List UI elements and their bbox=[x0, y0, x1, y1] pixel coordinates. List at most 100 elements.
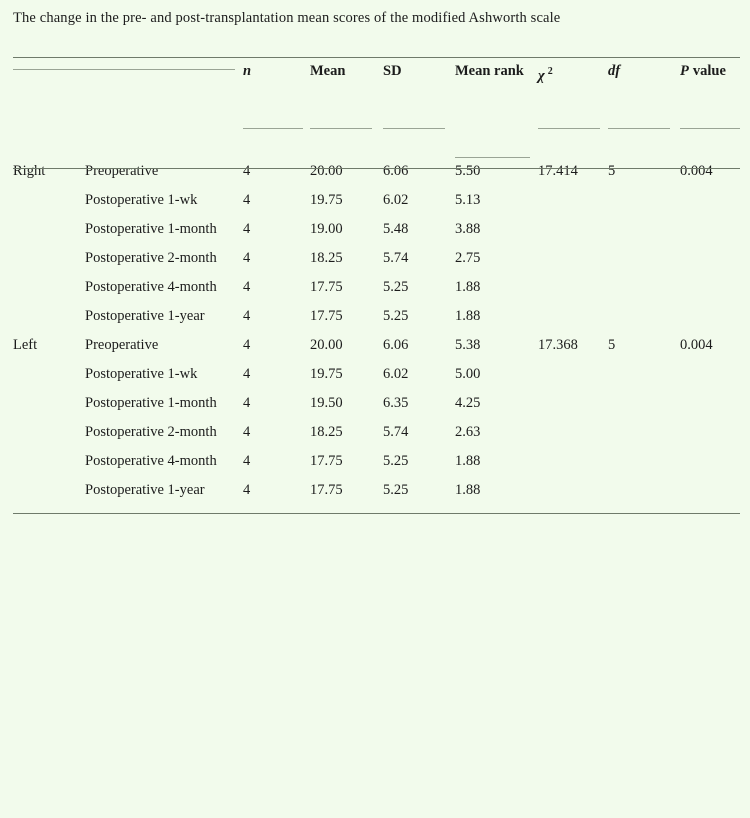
cell-sd: 5.25 bbox=[383, 453, 409, 469]
cell-mean: 19.75 bbox=[310, 192, 343, 208]
cell-chi-square bbox=[538, 476, 608, 505]
column-header-sd-label: SD bbox=[383, 63, 402, 79]
cell-n: 4 bbox=[243, 250, 251, 266]
cell-chi-square: 17.414 bbox=[538, 163, 578, 179]
cell-chi-square bbox=[538, 447, 608, 476]
column-header-sd: SD bbox=[383, 57, 455, 157]
column-header-chi-square: χ2 bbox=[538, 57, 608, 157]
timepoint-label: Postoperative 1-month bbox=[85, 221, 217, 237]
table-header: n Mean SD Mean rank χ2 df P value bbox=[13, 57, 740, 157]
cell-chi-square: 17.368 bbox=[538, 337, 578, 353]
cell-p-value bbox=[680, 360, 740, 389]
cell-chi-square bbox=[538, 186, 608, 215]
column-header-mean-rank-label: Mean rank bbox=[455, 63, 524, 79]
cell-group bbox=[13, 360, 85, 389]
table-row: Postoperative 1-wk 4 19.75 6.02 5.13 bbox=[13, 186, 740, 215]
cell-group bbox=[13, 418, 85, 447]
table-caption: The change in the pre- and post-transpla… bbox=[13, 10, 561, 26]
cell-chi-square bbox=[538, 215, 608, 244]
cell-group: Right bbox=[13, 163, 46, 179]
cell-mean: 20.00 bbox=[310, 163, 343, 179]
column-header-timepoint bbox=[85, 57, 243, 157]
column-header-group bbox=[13, 57, 85, 157]
timepoint-label: Postoperative 2-month bbox=[85, 250, 217, 266]
chi-square-exponent: 2 bbox=[547, 66, 553, 77]
cell-mean: 17.75 bbox=[310, 482, 343, 498]
table-header-bottom-rule bbox=[13, 168, 740, 169]
cell-p-value bbox=[680, 302, 740, 331]
cell-chi-square bbox=[538, 360, 608, 389]
cell-mean-rank: 3.88 bbox=[455, 221, 481, 237]
header-rule-df bbox=[608, 128, 670, 129]
header-rule-mean bbox=[310, 128, 372, 129]
cell-timepoint: Postoperative 1-year bbox=[85, 302, 243, 331]
table-page: The change in the pre- and post-transpla… bbox=[0, 0, 750, 818]
cell-sd: 6.02 bbox=[383, 366, 409, 382]
cell-group bbox=[13, 186, 85, 215]
cell-sd: 5.74 bbox=[383, 424, 409, 440]
cell-mean-rank: 5.38 bbox=[455, 337, 481, 353]
cell-sd: 6.06 bbox=[383, 163, 409, 179]
header-rule-chi-square bbox=[538, 128, 600, 129]
timepoint-label: Postoperative 2-month bbox=[85, 424, 217, 440]
cell-sd: 6.02 bbox=[383, 192, 409, 208]
cell-mean: 19.50 bbox=[310, 395, 343, 411]
column-header-n: n bbox=[243, 57, 310, 157]
timepoint-label: Postoperative 1-month bbox=[85, 395, 217, 411]
cell-timepoint: Postoperative 4-month bbox=[85, 447, 243, 476]
cell-timepoint: Postoperative 1-year bbox=[85, 476, 243, 505]
timepoint-label: Postoperative 1-wk bbox=[85, 366, 198, 382]
cell-timepoint: Postoperative 1-month bbox=[85, 215, 243, 244]
cell-mean: 17.75 bbox=[310, 279, 343, 295]
cell-n: 4 bbox=[243, 163, 251, 179]
cell-chi-square bbox=[538, 418, 608, 447]
p-value-word: value bbox=[692, 63, 726, 79]
timepoint-label: Postoperative 4-month bbox=[85, 453, 217, 469]
cell-mean: 19.00 bbox=[310, 221, 343, 237]
table-row: Postoperative 2-month 4 18.25 5.74 2.63 bbox=[13, 418, 740, 447]
cell-mean: 18.25 bbox=[310, 250, 343, 266]
cell-sd: 6.35 bbox=[383, 395, 409, 411]
cell-mean: 20.00 bbox=[310, 337, 343, 353]
column-header-mean-rank: Mean rank bbox=[455, 57, 538, 157]
cell-sd: 5.25 bbox=[383, 279, 409, 295]
timepoint-label: Postoperative 4-month bbox=[85, 279, 217, 295]
column-header-mean: Mean bbox=[310, 57, 383, 157]
cell-p-value bbox=[680, 389, 740, 418]
cell-n: 4 bbox=[243, 279, 251, 295]
table-bottom-rule bbox=[13, 513, 740, 514]
header-rule-sd bbox=[383, 128, 445, 129]
cell-df bbox=[608, 418, 680, 447]
cell-sd: 6.06 bbox=[383, 337, 409, 353]
header-rule-mean-rank bbox=[455, 157, 530, 158]
cell-group: Left bbox=[13, 337, 38, 353]
cell-timepoint: Postoperative 1-wk bbox=[85, 360, 243, 389]
table-row: Postoperative 1-month 4 19.50 6.35 4.25 bbox=[13, 389, 740, 418]
cell-p-value bbox=[680, 215, 740, 244]
cell-mean-rank: 1.88 bbox=[455, 308, 481, 324]
cell-mean-rank: 5.13 bbox=[455, 192, 481, 208]
cell-timepoint: Preoperative bbox=[85, 157, 243, 186]
cell-n: 4 bbox=[243, 453, 251, 469]
statistics-table-container: n Mean SD Mean rank χ2 df P value Right … bbox=[13, 57, 740, 514]
cell-group bbox=[13, 244, 85, 273]
column-header-p-value: Pvalue bbox=[680, 57, 740, 157]
cell-mean-rank: 1.88 bbox=[455, 482, 481, 498]
cell-df bbox=[608, 244, 680, 273]
cell-group bbox=[13, 273, 85, 302]
chi-symbol: χ bbox=[538, 67, 545, 84]
table-body: Right Preoperative 4 20.00 6.06 5.50 17.414 5 0.… bbox=[13, 157, 740, 505]
table-row: Postoperative 4-month 4 17.75 5.25 1.88 bbox=[13, 273, 740, 302]
cell-n: 4 bbox=[243, 337, 251, 353]
header-rule-n bbox=[243, 128, 303, 129]
cell-df: 5 bbox=[608, 337, 616, 353]
cell-mean: 17.75 bbox=[310, 453, 343, 469]
column-header-mean-label: Mean bbox=[310, 63, 346, 79]
cell-mean-rank: 1.88 bbox=[455, 453, 481, 469]
column-header-df: df bbox=[608, 57, 680, 157]
column-header-df-label: df bbox=[608, 63, 621, 79]
cell-p-value bbox=[680, 186, 740, 215]
table-header-row: n Mean SD Mean rank χ2 df P value bbox=[13, 57, 740, 157]
cell-timepoint: Postoperative 2-month bbox=[85, 244, 243, 273]
cell-p-value bbox=[680, 244, 740, 273]
